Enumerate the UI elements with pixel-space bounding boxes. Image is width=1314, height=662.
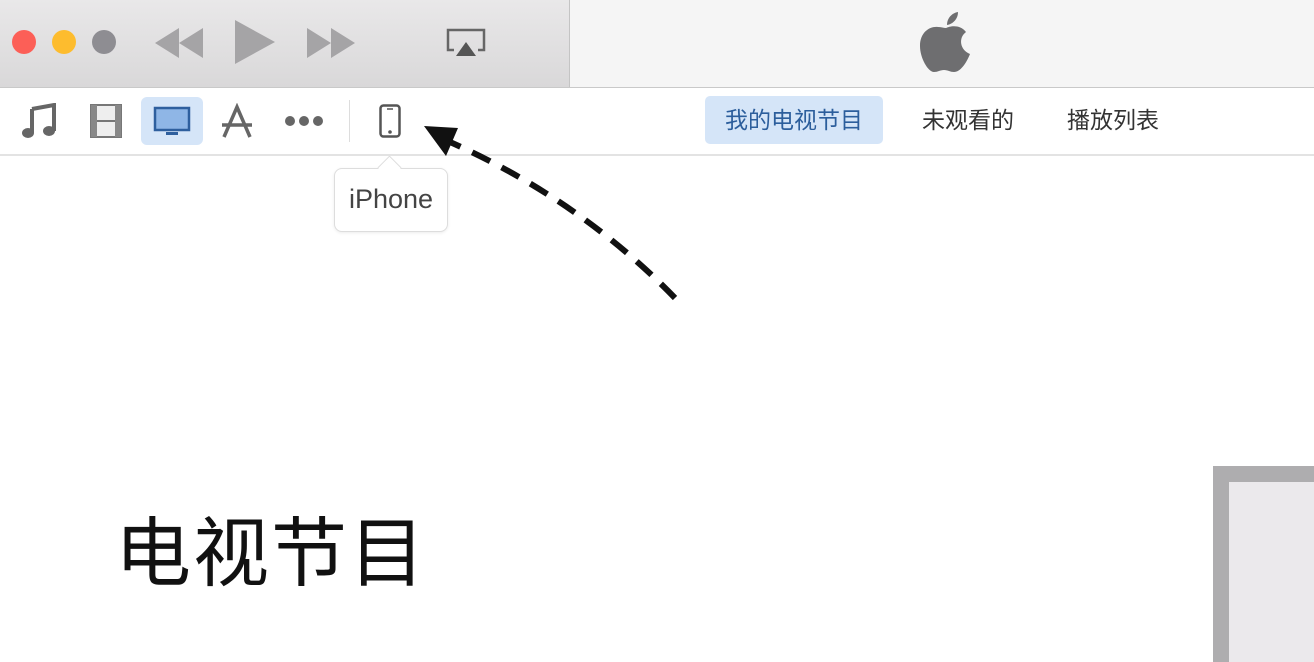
- tv-show-poster-placeholder[interactable]: [1213, 466, 1314, 662]
- page-title: 电视节目: [115, 509, 427, 598]
